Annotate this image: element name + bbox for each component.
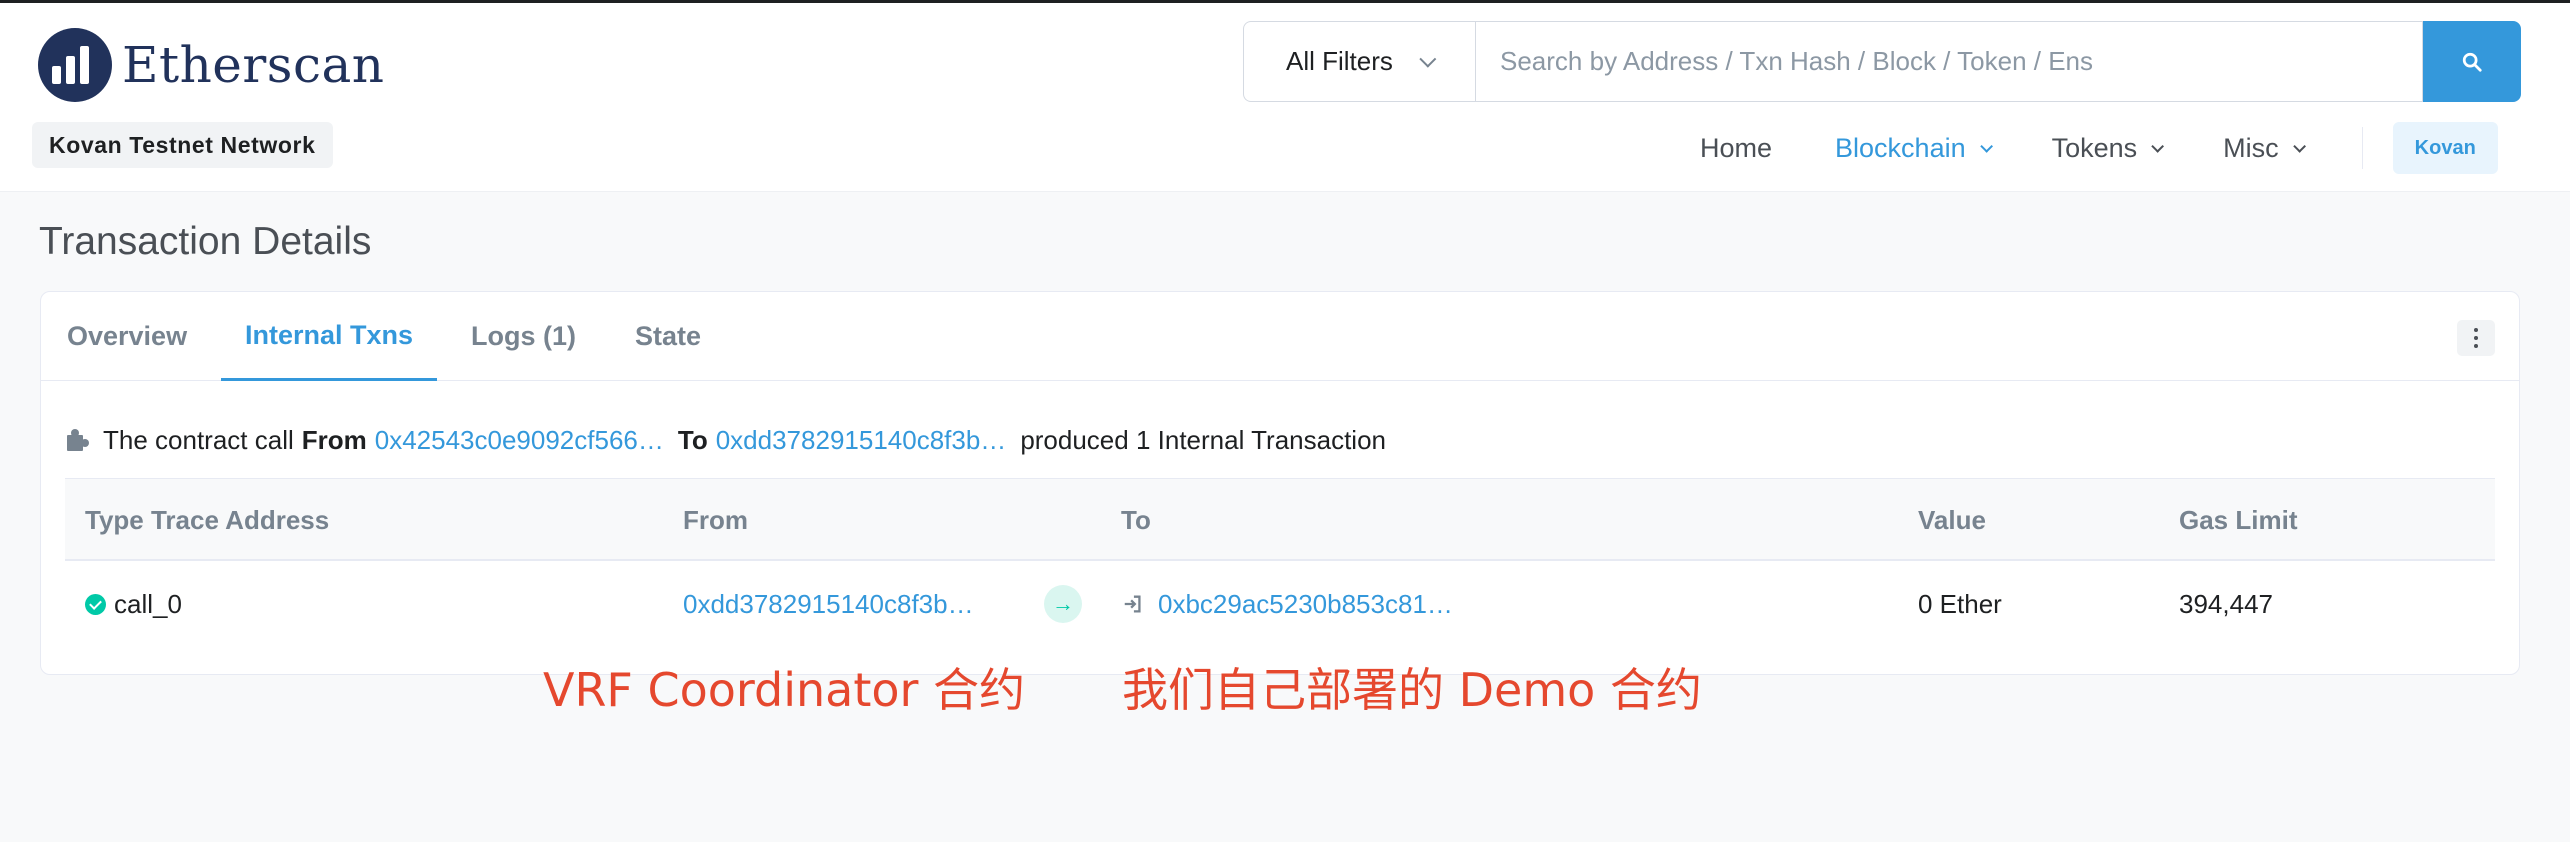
col-gas-limit: Gas Limit (2179, 505, 2298, 535)
row-direction: → (1044, 561, 1082, 647)
row-value: 0 Ether (1918, 588, 2002, 619)
nav-misc[interactable]: Misc (2223, 132, 2306, 164)
annotation-from: VRF Coordinator 合约 (543, 663, 1026, 717)
chevron-down-icon (2292, 139, 2306, 153)
site-header: Etherscan Kovan Testnet Network All Filt… (0, 0, 2570, 192)
nav-blockchain[interactable]: Blockchain (1835, 132, 1993, 164)
search-input[interactable] (1475, 21, 2423, 102)
page-title: Transaction Details (39, 220, 372, 263)
chevron-down-icon (1419, 50, 1437, 68)
tab-state[interactable]: State (611, 292, 725, 381)
main-nav: Home Blockchain Tokens Misc Kovan (1700, 119, 2498, 177)
summary-from-address[interactable]: 0x42543c0e9092cf566… (375, 425, 664, 456)
row-type-label: call_0 (114, 588, 182, 619)
row-to-address[interactable]: 0xbc29ac5230b853c81… (1158, 589, 1453, 620)
filter-select-label: All Filters (1286, 46, 1393, 76)
puzzle-icon (67, 429, 89, 451)
tab-logs[interactable]: Logs (1) (447, 292, 600, 381)
col-from: From (683, 505, 748, 535)
internal-txns-table: Type Trace Address From To Value Gas Lim… (65, 478, 2495, 647)
network-badge: Kovan Testnet Network (32, 122, 333, 168)
annotation-to: 我们自己部署的 Demo 合约 (1122, 663, 1702, 717)
internal-tx-summary: The contract call From 0x42543c0e9092cf5… (65, 420, 1394, 460)
nav-blockchain-label: Blockchain (1835, 132, 1966, 163)
network-switch-button[interactable]: Kovan (2392, 122, 2498, 174)
nav-divider (2361, 127, 2363, 169)
summary-prefix: The contract call (103, 424, 294, 455)
row-type: call_0 (85, 561, 182, 647)
table-header: Type Trace Address From To Value Gas Lim… (65, 478, 2495, 561)
arrow-right-icon: → (1044, 585, 1082, 623)
search-button[interactable] (2423, 21, 2521, 102)
col-to: To (1121, 505, 1151, 535)
summary-to-label: To (677, 424, 708, 455)
row-to: 0xbc29ac5230b853c81… (1122, 561, 1453, 647)
nav-home-label: Home (1700, 132, 1773, 163)
nav-tokens-label: Tokens (2051, 132, 2138, 163)
chevron-down-icon (1979, 139, 1993, 153)
filter-select[interactable]: All Filters (1243, 21, 1475, 102)
summary-suffix: produced 1 Internal Transaction (1020, 424, 1386, 455)
col-type-trace-address: Type Trace Address (85, 505, 330, 535)
summary-to-address[interactable]: 0xdd3782915140c8f3b… (716, 425, 1007, 456)
table-row: call_0 0xdd3782915140c8f3b… → 0xbc29ac52… (65, 561, 2495, 647)
transaction-card: Overview Internal Txns Logs (1) State Th… (40, 291, 2520, 675)
search-bar: All Filters (1243, 21, 2521, 102)
success-check-icon (85, 593, 106, 615)
tab-internal-txns[interactable]: Internal Txns (221, 292, 438, 381)
search-icon (2462, 52, 2482, 72)
etherscan-logo-icon (38, 28, 112, 102)
col-value: Value (1918, 505, 1986, 535)
brand-name: Etherscan (122, 36, 385, 94)
nav-misc-label: Misc (2223, 132, 2279, 163)
chevron-down-icon (2151, 139, 2165, 153)
contract-login-icon (1124, 595, 1141, 613)
etherscan-logo[interactable]: Etherscan (38, 25, 384, 105)
summary-from-label: From (301, 424, 367, 455)
nav-tokens[interactable]: Tokens (2051, 132, 2165, 164)
tab-overview[interactable]: Overview (43, 292, 211, 381)
row-from-address[interactable]: 0xdd3782915140c8f3b… (683, 561, 974, 647)
more-options-icon[interactable] (2457, 320, 2495, 356)
tab-bar: Overview Internal Txns Logs (1) State (41, 292, 2519, 381)
row-gas-limit: 394,447 (2179, 588, 2273, 619)
nav-home[interactable]: Home (1700, 133, 1772, 164)
